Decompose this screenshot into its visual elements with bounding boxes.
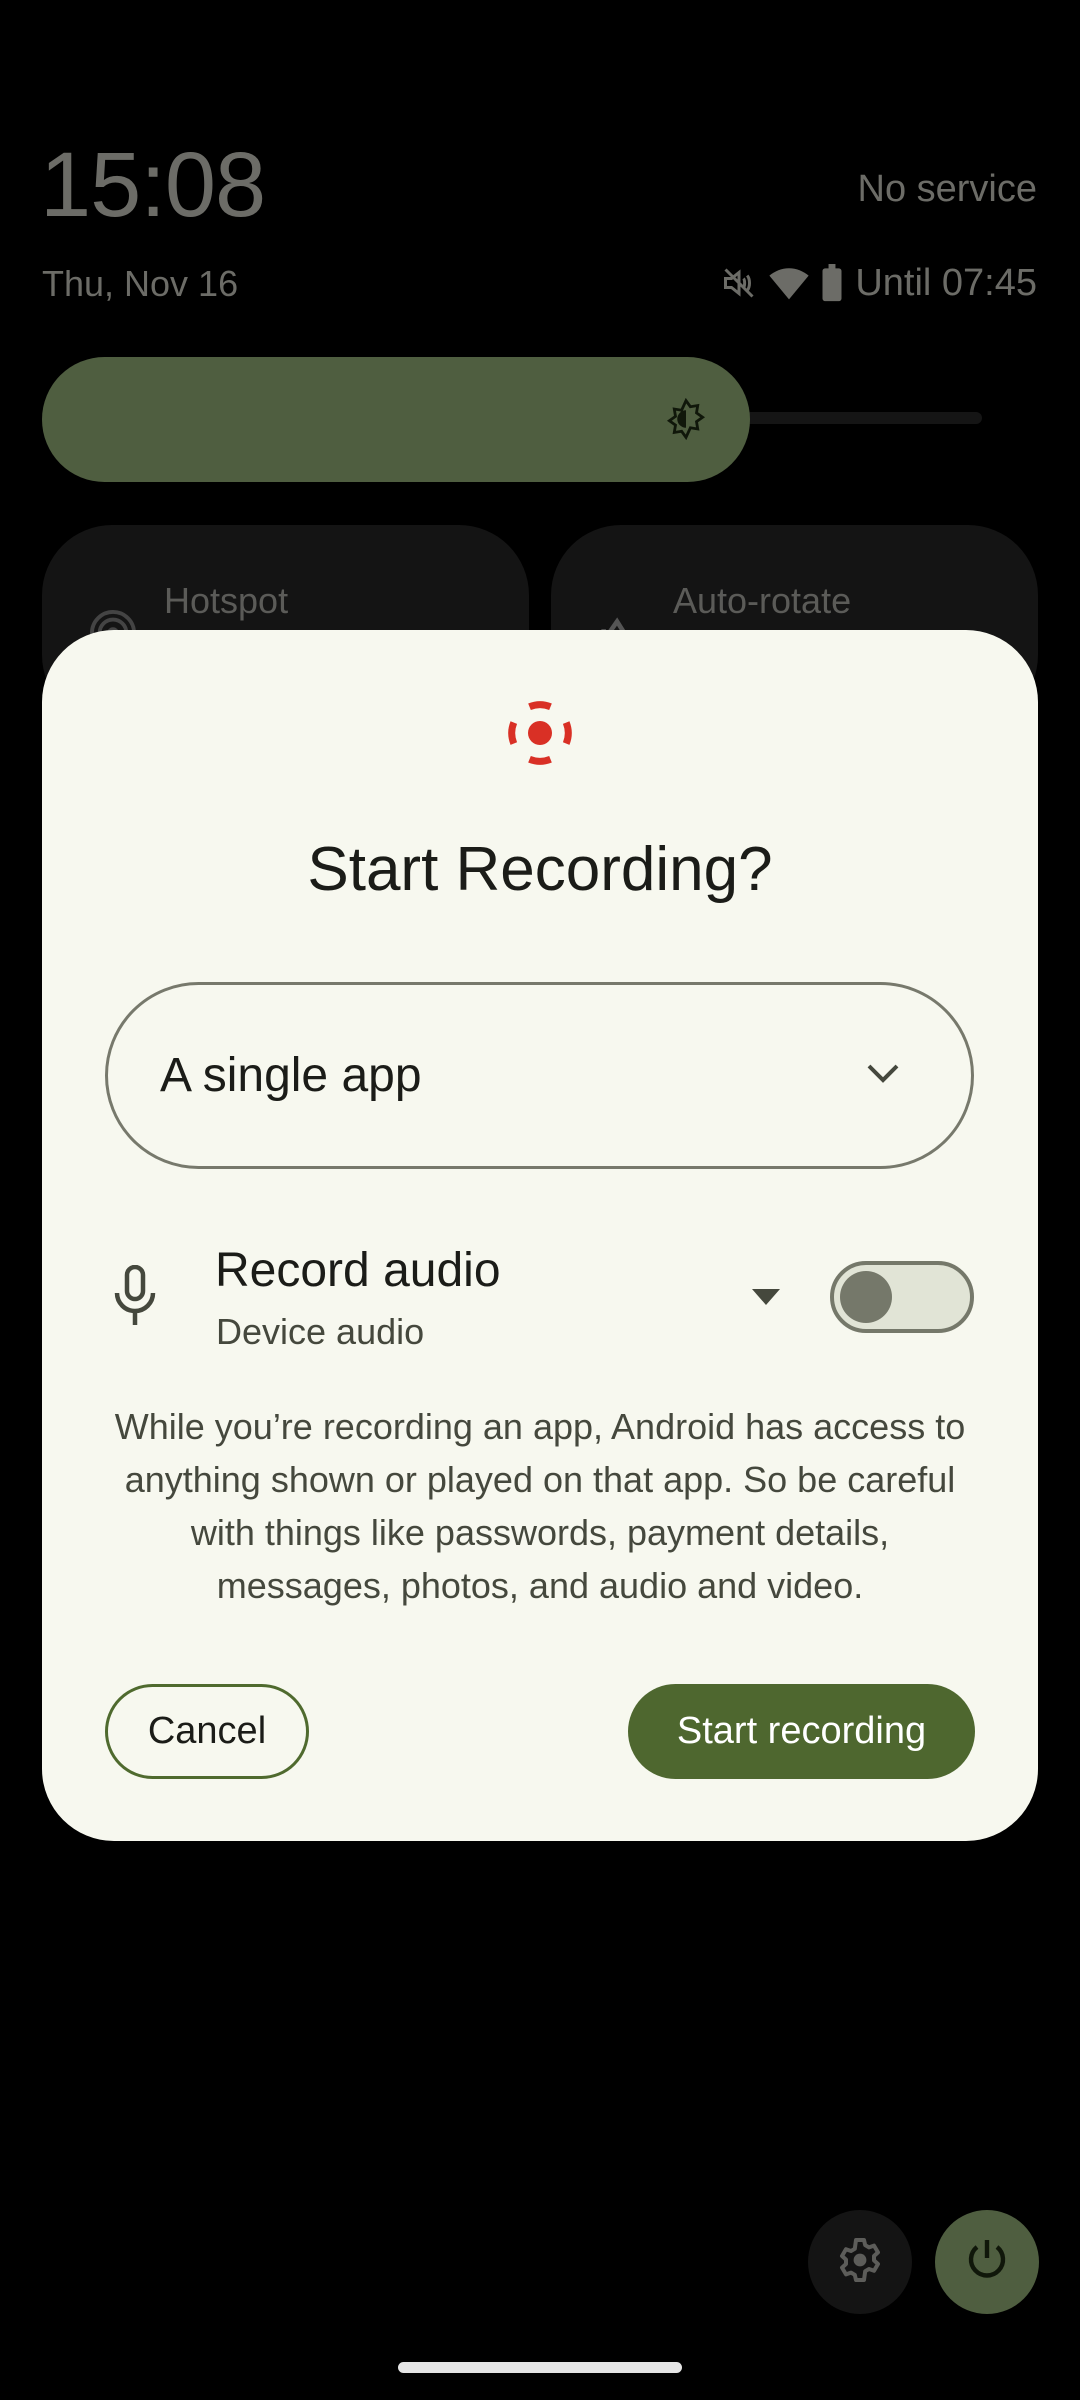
recording-warning-text: While you’re recording an app, Android h… (114, 1406, 966, 1606)
tile-label: Hotspot (164, 580, 289, 621)
tile-label: Auto-rotate (673, 580, 852, 621)
record-audio-toggle[interactable] (830, 1261, 974, 1333)
gear-icon (836, 2236, 884, 2289)
power-icon (963, 2236, 1011, 2289)
settings-button[interactable] (808, 2210, 912, 2314)
start-recording-button[interactable]: Start recording (628, 1684, 975, 1779)
brightness-icon (665, 397, 707, 441)
dialog-title: Start Recording? (307, 835, 773, 904)
capture-target-value: A single app (160, 1049, 422, 1102)
status-icons: Until 07:45 (721, 260, 1037, 306)
cancel-button[interactable]: Cancel (105, 1684, 309, 1779)
carrier-status: No service (857, 168, 1038, 210)
screen-record-dialog (42, 630, 1038, 1841)
screen-record-icon (505, 698, 575, 768)
clock[interactable]: 15:08 (40, 130, 266, 240)
chevron-down-icon (865, 1061, 901, 1090)
date[interactable]: Thu, Nov 16 (42, 262, 238, 306)
battery-estimate: Until 07:45 (855, 261, 1037, 304)
brightness-slider[interactable] (42, 357, 750, 482)
toggle-knob (840, 1271, 892, 1323)
audio-source-dropdown-icon[interactable] (748, 1285, 784, 1309)
audio-source-label[interactable]: Device audio (216, 1310, 424, 1354)
capture-target-dropdown[interactable]: A single app (105, 982, 974, 1169)
power-button[interactable] (935, 2210, 1039, 2314)
microphone-icon (113, 1264, 157, 1327)
mute-icon (721, 265, 757, 301)
home-gesture-bar[interactable] (398, 2362, 682, 2373)
wifi-icon (769, 265, 809, 301)
battery-icon (821, 264, 843, 302)
record-audio-label: Record audio (215, 1244, 501, 1297)
